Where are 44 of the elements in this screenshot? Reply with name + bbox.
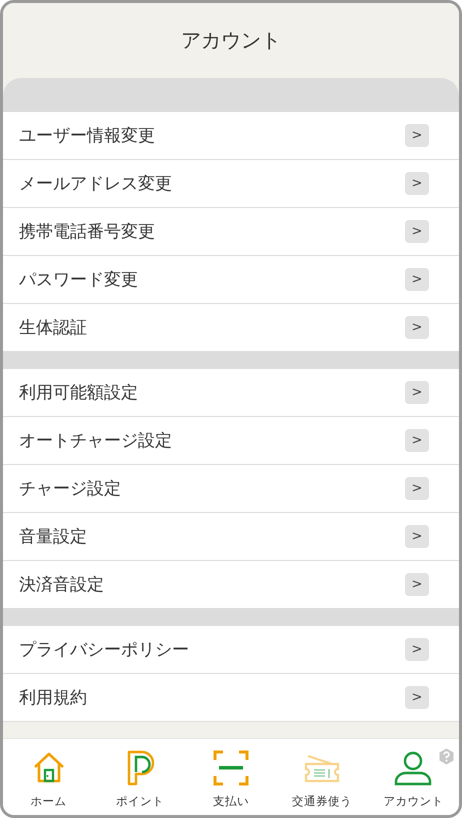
scan-icon [212, 749, 250, 787]
menu-item-label: プライバシーポリシー [19, 639, 189, 661]
chevron-button[interactable]: > [405, 381, 429, 404]
menu-item-label: 利用可能額設定 [19, 382, 138, 404]
chevron-button[interactable]: > [405, 477, 429, 500]
tab-item[interactable]: ポイント [94, 739, 186, 815]
menu-item[interactable]: 携帯電話番号変更 > [3, 208, 459, 256]
tab-item[interactable]: アカウント [368, 739, 459, 815]
chevron-button[interactable]: > [405, 268, 429, 291]
menu-item[interactable]: オートチャージ設定 > [3, 417, 459, 465]
help-icon[interactable] [438, 748, 456, 765]
chevron-button[interactable]: > [405, 573, 429, 596]
menu-item[interactable]: 決済音設定 > [3, 561, 459, 609]
menu-item[interactable]: チャージ設定 > [3, 465, 459, 513]
menu-item[interactable]: 利用規約 > [3, 674, 459, 722]
menu-item[interactable]: 音量設定 > [3, 513, 459, 561]
menu-item-label: チャージ設定 [19, 478, 121, 500]
menu-item-label: メールアドレス変更 [19, 173, 172, 195]
chevron-button[interactable]: > [405, 686, 429, 709]
chevron-button[interactable]: > [405, 429, 429, 452]
chevron-button[interactable]: > [405, 220, 429, 243]
menu-item[interactable]: 生体認証 > [3, 304, 459, 352]
screen-title: アカウント [181, 27, 281, 54]
menu-item-label: 音量設定 [19, 526, 87, 548]
chevron-button[interactable]: > [405, 638, 429, 661]
menu-item-label: オートチャージ設定 [19, 430, 172, 452]
menu-item-label: 決済音設定 [19, 574, 104, 596]
tab-item[interactable]: ホーム [3, 739, 94, 815]
chevron-button[interactable]: > [405, 124, 429, 147]
person-icon [393, 750, 434, 786]
menu-item-label: ユーザー情報変更 [19, 125, 155, 147]
chevron-button[interactable]: > [405, 316, 429, 339]
chevron-button[interactable]: > [405, 525, 429, 548]
chevron-button[interactable]: > [405, 172, 429, 195]
menu-item[interactable]: メールアドレス変更 > [3, 160, 459, 208]
menu-item-label: パスワード変更 [19, 269, 138, 291]
menu-item[interactable]: 利用可能額設定 > [3, 369, 459, 417]
menu-item[interactable]: パスワード変更 > [3, 256, 459, 304]
tab-item[interactable]: 支払い [185, 739, 277, 815]
menu-item-label: 携帯電話番号変更 [19, 221, 155, 243]
menu-item[interactable]: プライバシーポリシー > [3, 626, 459, 674]
menu-item-label: 生体認証 [19, 317, 87, 339]
menu-item[interactable]: ユーザー情報変更 > [3, 112, 459, 160]
menu-item-label: 利用規約 [19, 687, 87, 709]
